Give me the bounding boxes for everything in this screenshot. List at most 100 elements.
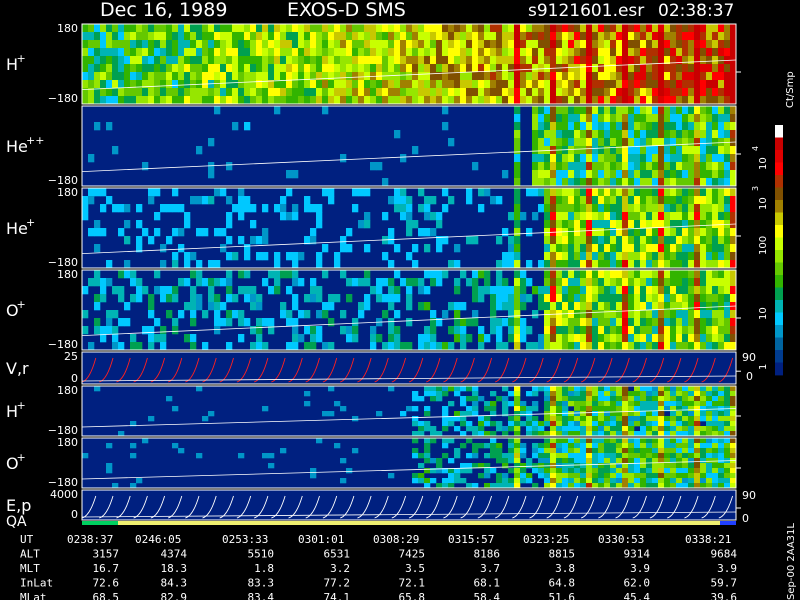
spectrogram-cell bbox=[622, 88, 629, 97]
spectrogram-cell bbox=[700, 438, 707, 444]
spectrogram-cell bbox=[214, 96, 221, 105]
spectrogram-cell bbox=[334, 80, 341, 89]
spectrogram-cell bbox=[448, 421, 455, 427]
spectrogram-cell bbox=[640, 468, 647, 474]
spectrogram-cell bbox=[652, 220, 659, 229]
spectrogram-cell bbox=[220, 188, 227, 197]
spectrogram-cell bbox=[676, 122, 683, 131]
spectrogram-cell bbox=[634, 310, 641, 319]
spectrogram-cell bbox=[562, 318, 569, 327]
spectrogram-cell bbox=[550, 170, 557, 179]
spectrogram-cell bbox=[652, 48, 659, 57]
spectrogram-cell bbox=[520, 96, 527, 105]
spectrogram-cell bbox=[568, 286, 575, 295]
spectrogram-cell bbox=[370, 286, 377, 295]
spectrogram-cell bbox=[616, 40, 623, 49]
footer-cell: 0253:33 bbox=[222, 533, 268, 546]
spectrogram-cell bbox=[256, 334, 263, 343]
spectrogram-cell bbox=[580, 32, 587, 41]
spectrogram-cell bbox=[328, 32, 335, 41]
spectrogram-cell bbox=[694, 478, 701, 484]
spectrogram-cell bbox=[622, 458, 629, 464]
spectrogram-cell bbox=[700, 154, 707, 163]
spectrogram-cell bbox=[598, 326, 605, 335]
spectrogram-cell bbox=[112, 64, 119, 73]
spectrogram-cell bbox=[508, 426, 515, 432]
spectrogram-cell bbox=[652, 252, 659, 261]
spectrogram-cell bbox=[628, 260, 635, 269]
spectrogram-cell bbox=[310, 286, 317, 295]
spectrogram-cell bbox=[580, 122, 587, 131]
spectrogram-cell bbox=[556, 244, 563, 253]
spectrogram-cell bbox=[100, 24, 107, 33]
spectrogram-cell bbox=[664, 178, 671, 187]
spectrogram-cell bbox=[100, 278, 107, 287]
spectrogram-cell bbox=[556, 478, 563, 484]
spectrogram-cell bbox=[568, 396, 575, 402]
spectrogram-cell bbox=[694, 326, 701, 335]
spectrogram-cell bbox=[592, 32, 599, 41]
spectrogram-cell bbox=[730, 170, 737, 179]
spectrogram-cell bbox=[556, 114, 563, 123]
spectrogram-cell bbox=[460, 96, 467, 105]
spectrogram-cell bbox=[388, 64, 395, 73]
spectrogram-cell bbox=[628, 421, 635, 427]
spectrogram-cell bbox=[214, 310, 221, 319]
spectrogram-cell bbox=[148, 302, 155, 311]
spectrogram-cell bbox=[580, 88, 587, 97]
spectrogram-cell bbox=[172, 96, 179, 105]
spectrogram-cell bbox=[730, 146, 737, 155]
spectrogram-cell bbox=[178, 24, 185, 33]
spectrogram-cell bbox=[526, 72, 533, 81]
spectrogram-cell bbox=[244, 32, 251, 41]
spectrogram-cell bbox=[604, 443, 611, 449]
spectrogram-cell bbox=[106, 318, 113, 327]
spectrogram-cell bbox=[640, 270, 647, 279]
spectrogram-cell bbox=[514, 342, 521, 351]
spectrogram-cell bbox=[274, 286, 281, 295]
spectrogram-cell bbox=[214, 106, 221, 115]
spectrogram-cell bbox=[652, 443, 659, 449]
spectrogram-cell bbox=[160, 96, 167, 105]
spectrogram-cell bbox=[712, 154, 719, 163]
spectrogram-cell bbox=[640, 406, 647, 412]
spectrogram-cell bbox=[448, 401, 455, 407]
spectrogram-cell bbox=[682, 72, 689, 81]
spectrogram-cell bbox=[616, 154, 623, 163]
spectrogram-cell bbox=[700, 270, 707, 279]
spectrogram-cell bbox=[568, 24, 575, 33]
spectrogram-cell bbox=[604, 391, 611, 397]
spectrogram-cell bbox=[508, 40, 515, 49]
spectrogram-cell bbox=[322, 96, 329, 105]
right-axis-label-2: 0 bbox=[742, 512, 749, 525]
spectrogram-cell bbox=[700, 458, 707, 464]
colorbar-swatch bbox=[775, 325, 783, 338]
spectrogram-cell bbox=[508, 401, 515, 407]
spectrogram-cell bbox=[622, 326, 629, 335]
spectrogram-cell bbox=[718, 278, 725, 287]
spectrogram-cell bbox=[682, 146, 689, 155]
spectrogram-cell bbox=[514, 96, 521, 105]
spectrogram-cell bbox=[334, 401, 341, 407]
spectrogram-cell bbox=[628, 468, 635, 474]
spectrogram-cell bbox=[574, 130, 581, 139]
spectrogram-cell bbox=[610, 236, 617, 245]
spectrogram-cell bbox=[436, 396, 443, 402]
spectrogram-cell bbox=[262, 228, 269, 237]
spectrogram-cell bbox=[568, 170, 575, 179]
spectrogram-cell bbox=[184, 334, 191, 343]
spectrogram-cell bbox=[646, 443, 653, 449]
spectrogram-cell bbox=[712, 294, 719, 303]
spectrogram-cell bbox=[412, 146, 419, 155]
spectrogram-cell bbox=[682, 463, 689, 469]
spectrogram-cell bbox=[424, 204, 431, 213]
spectrogram-cell bbox=[94, 80, 101, 89]
spectrogram-cell bbox=[700, 286, 707, 295]
spectrogram-cell bbox=[718, 286, 725, 295]
spectrogram-cell bbox=[670, 260, 677, 269]
spectrogram-cell bbox=[562, 40, 569, 49]
spectrogram-cell bbox=[514, 204, 521, 213]
spectrogram-cell bbox=[724, 453, 731, 459]
spectrogram-cell bbox=[274, 32, 281, 41]
spectrogram-cell bbox=[514, 162, 521, 171]
